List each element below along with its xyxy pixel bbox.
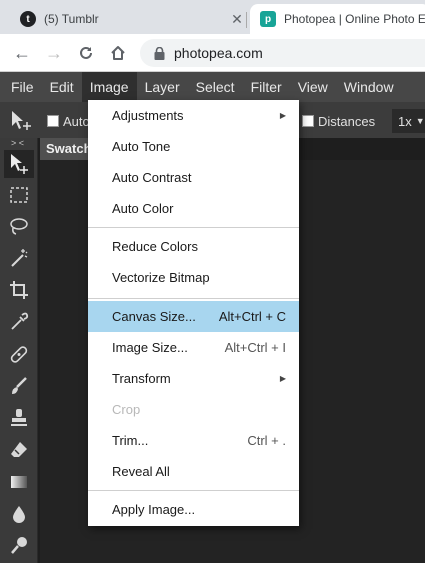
browser-tab-photopea[interactable]: p Photopea | Online Photo Editor	[250, 4, 425, 34]
menu-separator	[88, 227, 299, 228]
submenu-arrow-icon: ▶	[279, 374, 286, 383]
browser-tab-strip: t (5) Tumblr p Photopea | Online Photo E…	[0, 0, 425, 34]
browser-toolbar: ← → photopea.com	[0, 34, 425, 72]
clone-stamp-tool-icon[interactable]	[4, 404, 34, 432]
photopea-icon: p	[260, 11, 276, 27]
collapse-toggle[interactable]: > <	[11, 138, 24, 148]
tumblr-icon: t	[20, 11, 36, 27]
menu-item-auto-color[interactable]: Auto Color	[88, 193, 299, 224]
brush-tool-icon[interactable]	[4, 372, 34, 400]
chevron-down-icon: ▼	[415, 116, 425, 126]
menu-item-crop: Crop	[112, 402, 141, 417]
menu-item-vectorize-bitmap[interactable]: Vectorize Bitmap	[88, 262, 299, 293]
menu-item-reduce-colors[interactable]: Reduce Colors	[88, 231, 299, 262]
menu-image[interactable]: Image	[81, 72, 137, 102]
menu-select[interactable]: Select	[188, 72, 243, 102]
menu-item-adjustments[interactable]: Adjustments ▶	[88, 100, 299, 131]
menu-separator	[88, 298, 299, 299]
eyedropper-tool-icon[interactable]	[4, 308, 34, 336]
url-text: photopea.com	[174, 45, 263, 61]
image-menu-dropdown: Adjustments ▶ Auto Tone Auto Contrast Au…	[88, 100, 299, 526]
menu-item-auto-contrast[interactable]: Auto Contrast	[88, 162, 299, 193]
menu-item-image-size[interactable]: Image Size... Alt+Ctrl + I	[88, 332, 299, 363]
lock-icon	[152, 46, 166, 60]
marquee-tool-icon[interactable]	[4, 181, 34, 209]
menu-item-apply-image[interactable]: Apply Image...	[88, 494, 299, 525]
menu-filter[interactable]: Filter	[243, 72, 290, 102]
move-tool-icon[interactable]	[4, 150, 34, 178]
menu-separator	[88, 490, 299, 491]
menu-item-canvas-size[interactable]: Canvas Size... Alt+Ctrl + C	[88, 301, 299, 332]
healing-brush-tool-icon[interactable]	[4, 340, 34, 368]
lasso-tool-icon[interactable]	[4, 212, 34, 240]
distances-checkbox[interactable]	[302, 115, 314, 127]
magic-wand-tool-icon[interactable]	[4, 244, 34, 272]
menu-item-auto-tone[interactable]: Auto Tone	[88, 131, 299, 162]
home-icon[interactable]	[106, 41, 130, 65]
move-tool-preset-icon[interactable]	[10, 110, 34, 137]
browser-tab-tumblr[interactable]: t (5) Tumblr	[8, 4, 246, 34]
tab-title: Photopea | Online Photo Editor	[284, 12, 425, 26]
close-icon[interactable]: ✕	[229, 4, 245, 34]
dodge-tool-icon[interactable]	[4, 531, 34, 559]
tab-divider	[246, 12, 247, 28]
back-icon[interactable]: ←	[10, 41, 34, 65]
menu-file[interactable]: File	[0, 72, 42, 102]
zoom-select[interactable]: 1x ▼	[392, 109, 425, 133]
tools-panel: > <	[0, 138, 38, 563]
address-bar[interactable]: photopea.com	[140, 39, 425, 67]
gradient-tool-icon[interactable]	[4, 468, 34, 496]
menu-view[interactable]: View	[290, 72, 336, 102]
crop-tool-icon[interactable]	[4, 276, 34, 304]
reload-icon[interactable]	[74, 41, 98, 65]
menu-window[interactable]: Window	[336, 72, 402, 102]
menu-item-reveal-all[interactable]: Reveal All	[88, 456, 299, 487]
blur-tool-icon[interactable]	[4, 500, 34, 528]
auto-select-checkbox[interactable]	[47, 115, 59, 127]
menu-edit[interactable]: Edit	[42, 72, 82, 102]
app-menubar: File Edit Image Layer Select Filter View…	[0, 72, 425, 102]
menu-item-trim[interactable]: Trim... Ctrl + .	[88, 425, 299, 456]
submenu-arrow-icon: ▶	[279, 111, 286, 120]
menu-layer[interactable]: Layer	[137, 72, 188, 102]
eraser-tool-icon[interactable]	[4, 436, 34, 464]
forward-icon[interactable]: →	[42, 41, 66, 65]
zoom-value: 1x	[398, 113, 412, 129]
distances-label: Distances	[318, 114, 376, 129]
menu-item-transform[interactable]: Transform ▶	[88, 363, 299, 394]
auto-select-label: Auto	[63, 114, 90, 129]
tab-title: (5) Tumblr	[44, 12, 99, 26]
